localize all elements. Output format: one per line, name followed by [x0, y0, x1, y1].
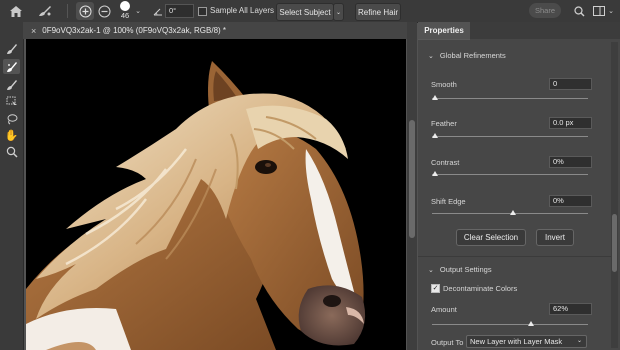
smooth-slider-handle[interactable]	[432, 95, 438, 100]
select-subject-dropdown[interactable]: ⌄	[333, 3, 344, 21]
contrast-slider[interactable]	[432, 174, 588, 175]
sample-all-layers-checkbox[interactable]	[198, 7, 207, 16]
brush-preset-icon[interactable]	[36, 3, 54, 19]
close-icon[interactable]: ×	[31, 26, 36, 36]
chevron-down-icon[interactable]: ⌄	[134, 6, 142, 16]
feather-slider-handle[interactable]	[432, 133, 438, 138]
add-to-selection-icon[interactable]	[76, 2, 94, 20]
smooth-label: Smooth	[431, 80, 457, 89]
canvas-vertical-scrollbar[interactable]	[407, 22, 417, 350]
chevron-down-icon: ⌄	[428, 53, 434, 60]
brush-size-value: 46	[120, 11, 130, 20]
share-button[interactable]: Share	[529, 3, 561, 18]
amount-slider[interactable]	[432, 324, 588, 325]
output-to-dropdown[interactable]: New Layer with Layer Mask ⌄	[466, 335, 587, 348]
canvas-scroll-thumb[interactable]	[409, 120, 415, 238]
feather-slider[interactable]	[432, 136, 588, 137]
output-to-label: Output To	[431, 338, 464, 347]
contrast-slider-handle[interactable]	[432, 171, 438, 176]
options-bar: 46 ⌄ 0° Sample All Layers Select Subject…	[0, 0, 620, 23]
chevron-down-icon: ⌄	[576, 338, 582, 344]
workspace-icon[interactable]	[592, 4, 606, 18]
section-divider	[418, 256, 611, 257]
output-settings-header[interactable]: ⌄ Output Settings	[428, 265, 492, 274]
hand-icon[interactable]: ✋	[4, 128, 19, 142]
tools-bar: ✋	[0, 22, 24, 350]
quick-selection-icon[interactable]	[4, 42, 19, 56]
horse-image	[26, 39, 406, 350]
shift-edge-label: Shift Edge	[431, 197, 466, 206]
tab-properties[interactable]: Properties	[418, 22, 470, 40]
amount-label: Amount	[431, 305, 457, 314]
zoom-icon[interactable]	[4, 145, 19, 159]
output-settings-title: Output Settings	[439, 265, 492, 274]
panel-scroll-thumb[interactable]	[612, 214, 617, 272]
subtract-from-selection-icon[interactable]	[95, 2, 113, 20]
angle-icon	[152, 5, 164, 17]
output-to-value: New Layer with Layer Mask	[470, 337, 563, 346]
sample-all-layers-label: Sample All Layers	[210, 6, 275, 15]
feather-label: Feather	[431, 119, 457, 128]
amount-field[interactable]: 62%	[549, 303, 592, 315]
home-icon[interactable]	[8, 4, 24, 18]
contrast-field[interactable]: 0%	[549, 156, 592, 168]
toolbar-divider	[67, 4, 68, 18]
contrast-label: Contrast	[431, 158, 460, 167]
document-tab-title: 0F9oVQ3x2ak-1 @ 100% (0F9oVQ3x2ak, RGB/8…	[42, 26, 227, 35]
brush-icon[interactable]	[4, 78, 19, 92]
global-refinements-header[interactable]: ⌄ Global Refinements	[428, 51, 506, 60]
brush-size-picker[interactable]: 46	[114, 0, 136, 22]
smooth-slider[interactable]	[432, 98, 588, 99]
smooth-field[interactable]: 0	[549, 78, 592, 90]
decontaminate-checkbox[interactable]: ✓	[431, 284, 440, 293]
chevron-down-icon: ⌄	[335, 9, 342, 16]
select-subject-button[interactable]: Select Subject	[276, 3, 334, 21]
clear-selection-button[interactable]: Clear Selection	[456, 229, 526, 246]
brush-size-icon	[120, 1, 130, 11]
shift-edge-field[interactable]: 0%	[549, 195, 592, 207]
decontaminate-label: Decontaminate Colors	[443, 284, 518, 293]
refine-edge-brush-icon[interactable]	[3, 59, 20, 74]
angle-field[interactable]: 0°	[165, 4, 194, 18]
global-refinements-title: Global Refinements	[439, 51, 506, 60]
chevron-down-icon[interactable]: ⌄	[607, 6, 615, 16]
chevron-down-icon: ⌄	[428, 267, 434, 274]
image-canvas[interactable]	[26, 39, 406, 350]
refine-hair-button[interactable]: Refine Hair	[355, 3, 401, 21]
lasso-icon[interactable]	[4, 112, 19, 126]
document-tab[interactable]: × 0F9oVQ3x2ak-1 @ 100% (0F9oVQ3x2ak, RGB…	[23, 22, 407, 39]
invert-button[interactable]: Invert	[536, 229, 574, 246]
search-icon[interactable]	[572, 4, 586, 18]
feather-field[interactable]: 0.0 px	[549, 117, 592, 129]
object-selection-icon[interactable]	[4, 95, 19, 109]
panel-vertical-scrollbar[interactable]	[611, 42, 618, 348]
amount-slider-handle[interactable]	[528, 321, 534, 326]
properties-panel: Properties ⌄ Global Refinements Smooth 0 …	[418, 22, 620, 350]
shift-edge-slider-handle[interactable]	[510, 210, 516, 215]
